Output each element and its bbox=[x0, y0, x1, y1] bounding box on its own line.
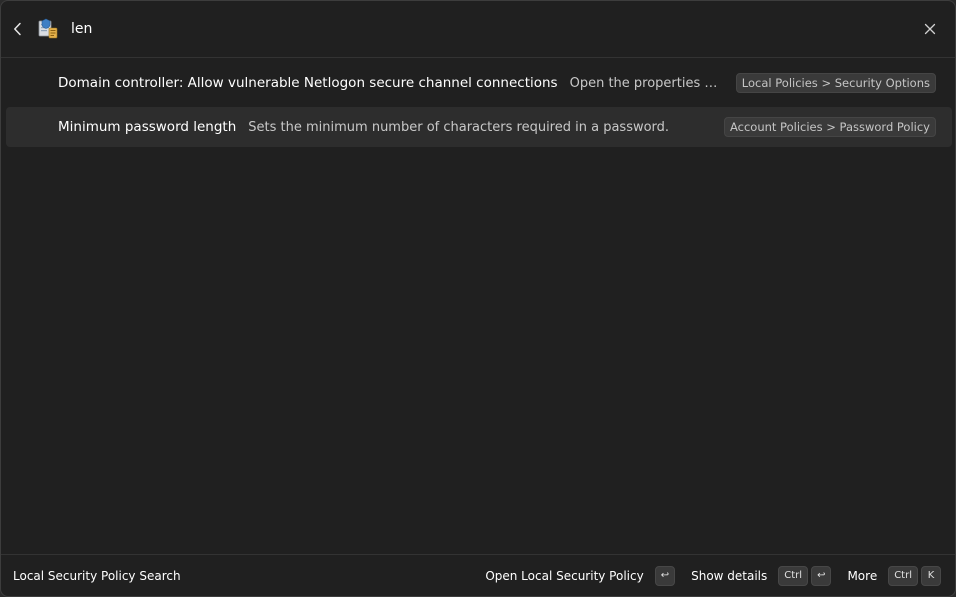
chevron-left-icon bbox=[14, 22, 21, 36]
result-category-tag: Local Policies > Security Options bbox=[735, 73, 936, 93]
show-details-button[interactable]: Show details Ctrl ↩ bbox=[691, 565, 832, 586]
list-item[interactable]: Domain controller: Allow vulnerable Netl… bbox=[6, 63, 952, 103]
search-header bbox=[1, 1, 955, 58]
footer-bar: Local Security Policy Search Open Local … bbox=[1, 554, 955, 596]
enter-key-icon: ↩ bbox=[654, 565, 676, 586]
result-description: Open the properties of this p... bbox=[569, 75, 720, 91]
result-description: Sets the minimum number of characters re… bbox=[248, 119, 670, 135]
results-list: Domain controller: Allow vulnerable Netl… bbox=[6, 63, 952, 151]
security-policy-icon bbox=[37, 18, 59, 40]
close-icon bbox=[924, 23, 936, 35]
action-label: Open Local Security Policy bbox=[485, 568, 644, 583]
action-label: More bbox=[847, 568, 878, 583]
list-item[interactable]: Minimum password length Sets the minimum… bbox=[6, 107, 952, 147]
result-title: Minimum password length bbox=[58, 119, 237, 135]
command-palette-window: Domain controller: Allow vulnerable Netl… bbox=[0, 0, 956, 597]
back-button[interactable] bbox=[7, 17, 29, 41]
search-input[interactable] bbox=[71, 17, 891, 41]
ctrl-key: Ctrl bbox=[888, 565, 918, 586]
action-label: Show details bbox=[691, 568, 768, 583]
more-actions-button[interactable]: More Ctrl K bbox=[847, 565, 941, 586]
ctrl-key: Ctrl bbox=[778, 565, 809, 586]
result-category-tag: Account Policies > Password Policy bbox=[723, 117, 936, 137]
result-title: Domain controller: Allow vulnerable Netl… bbox=[58, 75, 558, 91]
open-local-security-policy-button[interactable]: Open Local Security Policy ↩ bbox=[485, 565, 676, 586]
close-button[interactable] bbox=[919, 18, 941, 40]
extension-title: Local Security Policy Search bbox=[13, 568, 181, 583]
enter-key-icon: ↩ bbox=[811, 565, 832, 586]
k-key: K bbox=[921, 565, 941, 586]
